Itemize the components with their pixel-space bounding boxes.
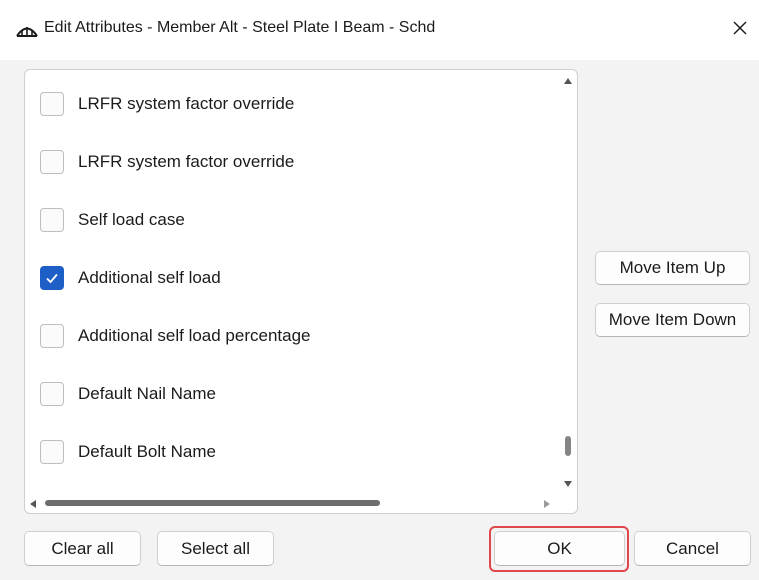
item-label: Default Bolt Name (78, 442, 216, 461)
list-item[interactable]: Additional self load percentage (40, 321, 311, 351)
list-item[interactable]: Additional self load (40, 263, 221, 293)
item-label: Additional self load (78, 268, 221, 287)
checkbox[interactable] (40, 150, 64, 174)
scroll-right-arrow-icon[interactable] (543, 500, 550, 508)
list-item[interactable]: Default Nail Name (40, 379, 216, 409)
vertical-scrollbar-thumb[interactable] (565, 436, 571, 456)
list-item[interactable]: Default Bolt Name (40, 437, 216, 467)
checkbox[interactable] (40, 324, 64, 348)
item-label: Additional self load percentage (78, 326, 311, 345)
checkbox[interactable] (40, 92, 64, 116)
item-label: LRFR system factor override (78, 152, 295, 171)
ok-button[interactable]: OK (494, 531, 625, 566)
bridge-icon (16, 27, 38, 37)
scroll-down-arrow-icon[interactable] (563, 480, 573, 488)
clear-all-button[interactable]: Clear all (24, 531, 141, 566)
checkmark-icon (46, 273, 58, 284)
select-all-button[interactable]: Select all (157, 531, 274, 566)
move-item-down-button[interactable]: Move Item Down (595, 303, 750, 337)
list-item[interactable]: Self load case (40, 205, 185, 235)
horizontal-scrollbar-thumb[interactable] (45, 500, 380, 506)
checkbox[interactable] (40, 382, 64, 406)
attribute-list[interactable]: LRFR system factor override LRFR system … (24, 69, 578, 514)
title-bar: Edit Attributes - Member Alt - Steel Pla… (0, 0, 759, 60)
list-item[interactable]: LRFR system factor override (40, 89, 294, 119)
close-button[interactable] (727, 14, 753, 42)
scroll-up-arrow-icon[interactable] (563, 77, 573, 85)
cancel-button[interactable]: Cancel (634, 531, 751, 566)
item-label: LRFR system factor override (78, 94, 295, 113)
close-icon (733, 21, 747, 35)
checkbox-checked[interactable] (40, 266, 64, 290)
checkbox[interactable] (40, 208, 64, 232)
list-item[interactable]: LRFR system factor override (40, 147, 294, 177)
item-label: Default Nail Name (78, 384, 216, 403)
window-title: Edit Attributes - Member Alt - Steel Pla… (44, 19, 436, 36)
scroll-left-arrow-icon[interactable] (30, 500, 37, 508)
move-item-up-button[interactable]: Move Item Up (595, 251, 750, 285)
item-label: Self load case (78, 210, 185, 229)
checkbox[interactable] (40, 440, 64, 464)
